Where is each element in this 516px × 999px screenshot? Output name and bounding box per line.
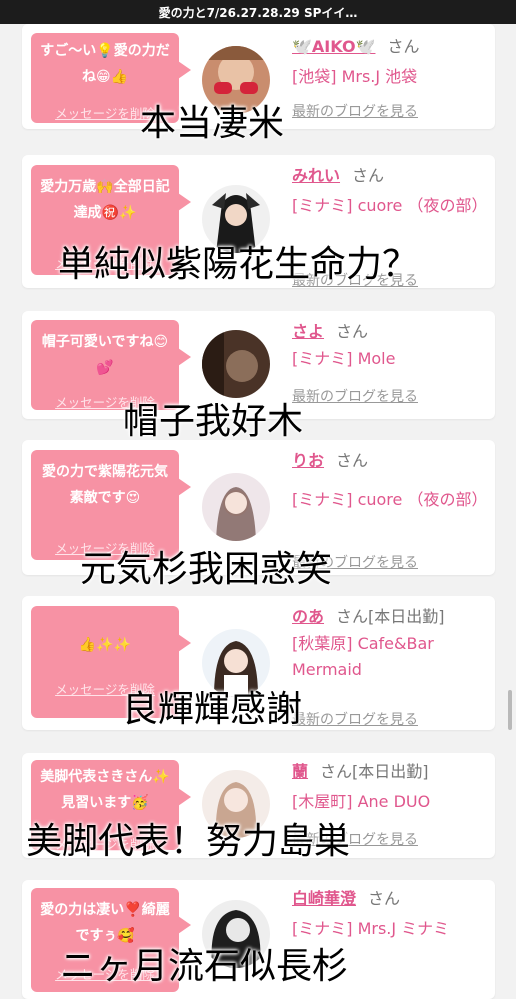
overlay-caption: 良輝輝感謝 xyxy=(122,689,303,730)
message-text: 美脚代表さきさん✨見習います🥳 xyxy=(40,769,170,811)
shop-name: [秋葉原] Cafe&Bar Mermaid xyxy=(292,634,434,679)
profile-info: のあ さん[本日出勤] [秋葉原] Cafe&Bar Mermaid 最新のブログ… xyxy=(292,606,485,728)
avatar[interactable] xyxy=(202,330,270,398)
overlay-caption: ニヶ月流石似長杉 xyxy=(60,946,349,987)
shop-name: [ミナミ] Mole xyxy=(292,349,396,368)
message-text: 愛の力で紫陽花元気素敵です😍 xyxy=(42,464,168,506)
user-name-link[interactable]: 白崎華澄 xyxy=(292,889,356,908)
scrollbar[interactable] xyxy=(508,690,512,730)
honorific: さん xyxy=(368,889,401,908)
avatar[interactable] xyxy=(202,473,270,541)
user-name-link[interactable]: みれい xyxy=(292,166,340,185)
honorific: さん xyxy=(352,166,385,185)
honorific: さん xyxy=(336,607,369,626)
honorific: さん xyxy=(320,762,353,781)
message-bubble: 帽子可愛いですね😊💕 メッセージを削除 xyxy=(31,320,191,410)
profile-info: 蘭さん[本日出勤] [木屋町] Ane DUO 最新のブログを見る xyxy=(292,761,485,848)
overlay-caption: 単純似紫陽花生命力？ xyxy=(58,244,419,285)
message-bubble: 愛の力で紫陽花元気素敵です😍 メッセージを削除 xyxy=(31,450,191,560)
message-text: 愛力万歳🙌全部日記達成㊗️✨ xyxy=(40,179,170,221)
profile-info: みれい さん [ミナミ] cuore （夜の部） 最新のブログを見る xyxy=(292,165,487,288)
attendance-badge: [本日出勤] xyxy=(368,607,445,626)
honorific: さん xyxy=(387,37,420,56)
user-name-link[interactable]: りお xyxy=(292,451,324,470)
profile-info: 🕊️AIKO🕊️ さん [池袋] Mrs.J 池袋 最新のブログを見る xyxy=(292,36,485,120)
shop-name: [ミナミ] Mrs.J ミナミ xyxy=(292,919,450,938)
overlay-caption: 本当凄米 xyxy=(140,103,285,144)
avatar[interactable] xyxy=(202,629,270,697)
shop-name: [木屋町] Ane DUO xyxy=(292,792,431,811)
user-name-link[interactable]: さよ xyxy=(292,322,324,341)
profile-info: 白崎華澄 さん [ミナミ] Mrs.J ミナミ xyxy=(292,888,485,938)
overlay-caption: 帽子我好木 xyxy=(123,401,304,442)
shop-name: [池袋] Mrs.J 池袋 xyxy=(292,67,418,86)
message-text: 愛の力は凄い❣️綺麗ですぅ🥰 xyxy=(40,902,170,944)
message-text: 👍✨✨ xyxy=(78,637,132,653)
shop-name: [ミナミ] cuore （夜の部） xyxy=(292,490,488,509)
user-name-link[interactable]: のあ xyxy=(292,607,324,626)
profile-info: りお さん [ミナミ] cuore （夜の部） 最新のブログを見る xyxy=(292,450,487,571)
message-text: すご〜い💡愛の力だね😁👍 xyxy=(40,43,170,85)
overlay-caption: 美脚代表！努力島巣 xyxy=(26,821,351,862)
honorific: さん xyxy=(336,322,369,341)
page-title: 愛の力と7/26.27.28.29 SPイイ… xyxy=(158,5,358,20)
user-name-link[interactable]: 🕊️AIKO🕊️ xyxy=(292,37,375,56)
honorific: さん xyxy=(336,451,369,470)
shop-name: [ミナミ] cuore （夜の部） xyxy=(292,196,488,215)
overlay-caption: 元気杉我困惑笑 xyxy=(80,549,333,590)
latest-blog-link[interactable]: 最新のブログを見る xyxy=(292,386,418,406)
user-name-link[interactable]: 蘭 xyxy=(292,762,308,781)
status-bar: 愛の力と7/26.27.28.29 SPイイ… xyxy=(0,0,516,24)
latest-blog-link[interactable]: 最新のブログを見る xyxy=(292,709,418,729)
attendance-badge: [本日出勤] xyxy=(352,762,429,781)
latest-blog-link[interactable]: 最新のブログを見る xyxy=(292,101,418,121)
message-text: 帽子可愛いですね😊💕 xyxy=(41,334,169,376)
profile-info: さよ さん [ミナミ] Mole 最新のブログを見る xyxy=(292,321,485,405)
